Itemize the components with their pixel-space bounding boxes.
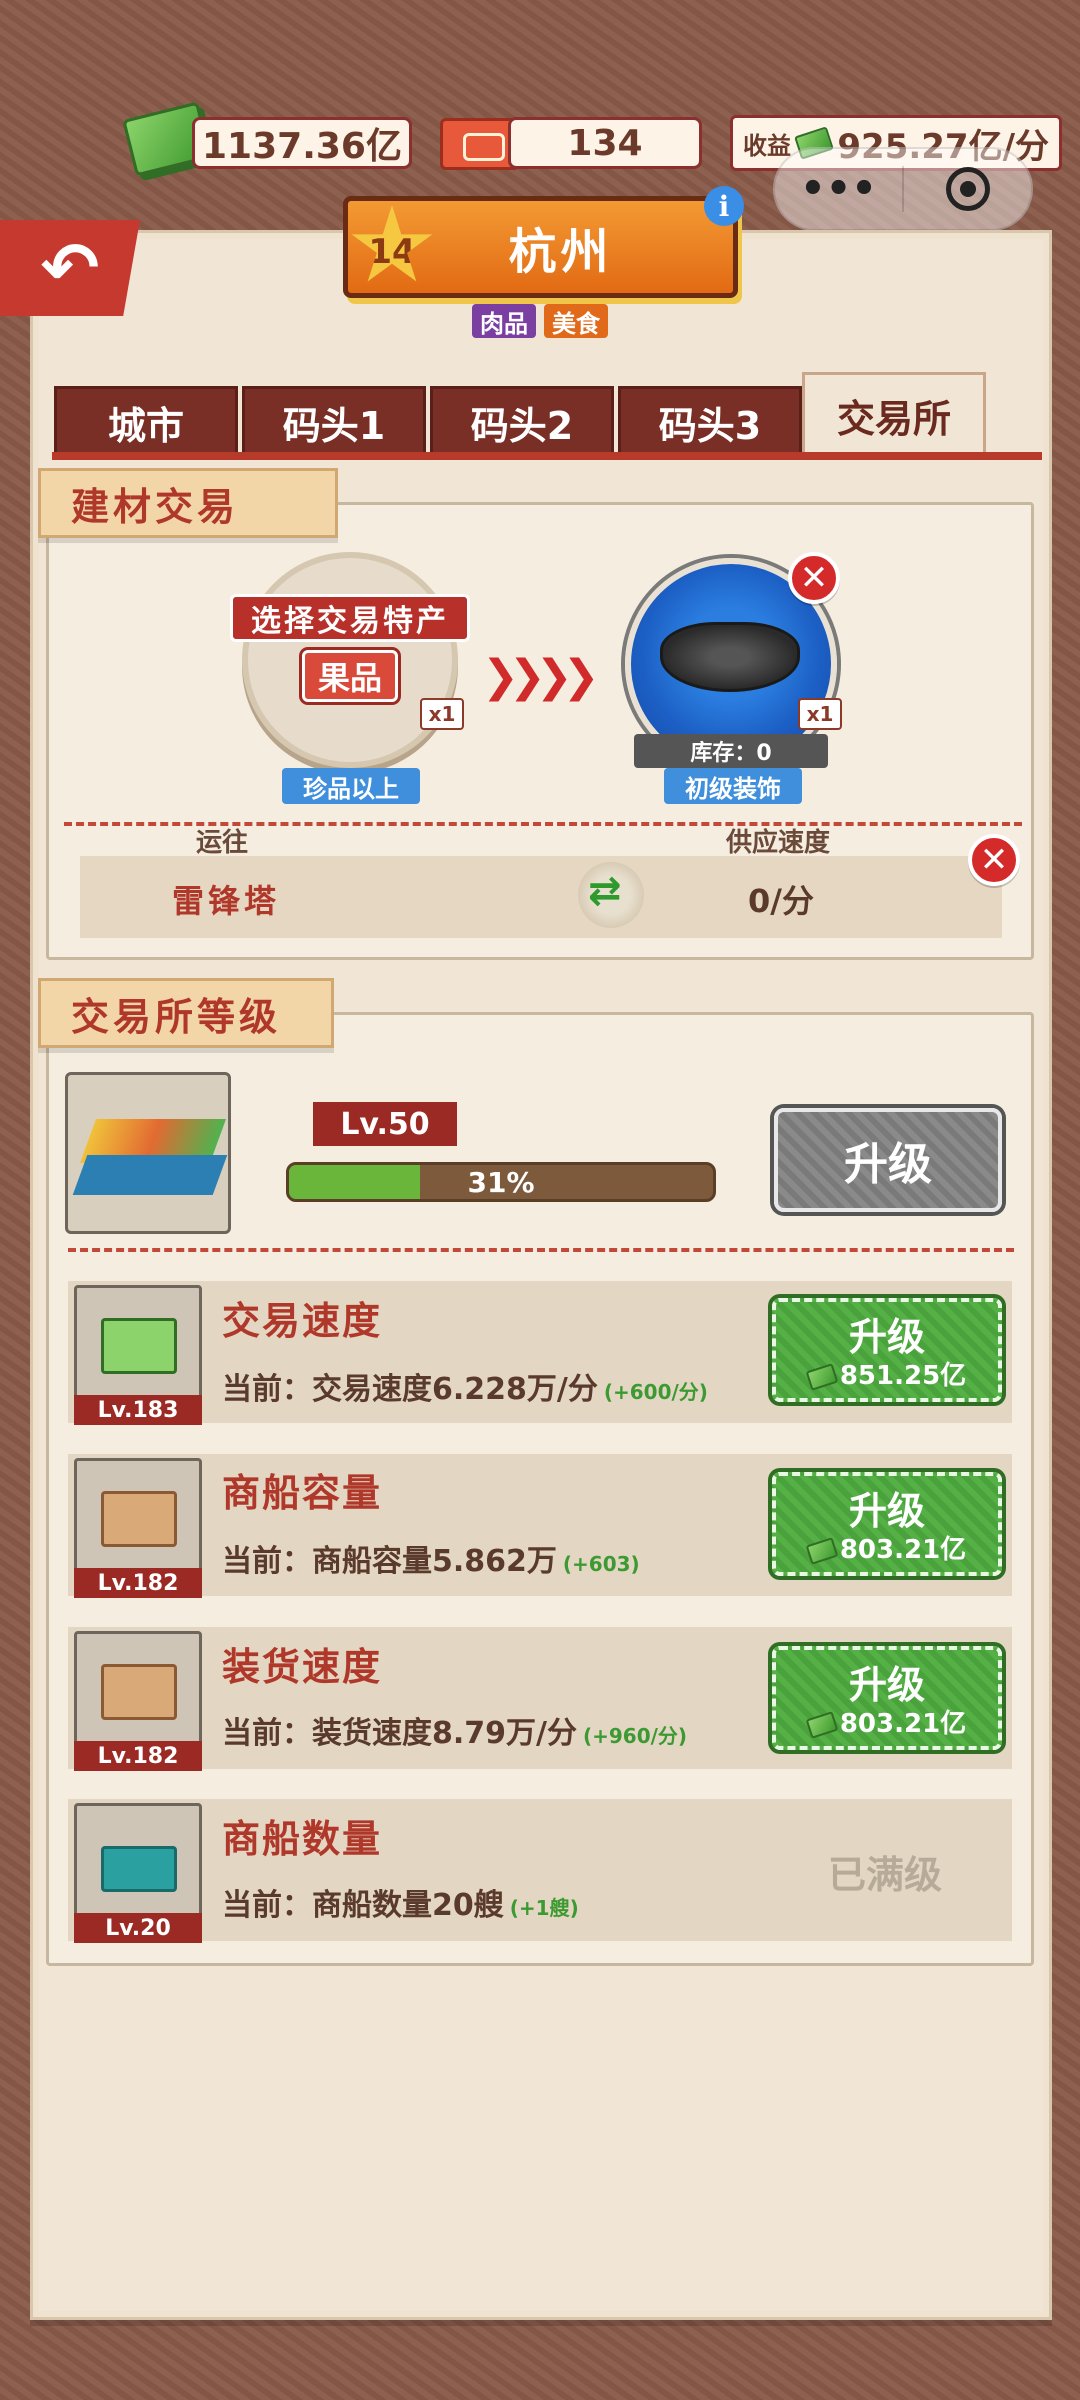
cash-icon bbox=[805, 1710, 839, 1739]
exchange-progress-text: 31% bbox=[467, 1165, 535, 1199]
upgrade-trade-speed-button[interactable]: 升级 851.25亿 bbox=[772, 1298, 1002, 1402]
upgrade-level: Lv.182 bbox=[74, 1568, 202, 1598]
target-item-name: 初级装饰 bbox=[664, 768, 802, 804]
arrow-right-icon: ❯❯❯❯ bbox=[482, 650, 599, 702]
upgrade-desc-text: 当前：交易速度6.228万/分 bbox=[222, 1372, 598, 1407]
more-menu-button[interactable]: ••• bbox=[775, 149, 902, 229]
upgrade-cost: 851.25亿 bbox=[776, 1355, 998, 1392]
tab-dock1[interactable]: 码头1 bbox=[242, 386, 426, 456]
upgrade-desc: 当前：装货速度8.79万/分 (+960/分) bbox=[222, 1708, 687, 1752]
upgrade-title: 商船数量 bbox=[222, 1817, 383, 1861]
city-tag-food: 美食 bbox=[544, 304, 608, 338]
destination-name[interactable]: 雷锋塔 bbox=[172, 876, 280, 922]
exchange-section-title: 交易所等级 bbox=[38, 978, 334, 1048]
upgrade-title: 商船容量 bbox=[222, 1471, 383, 1515]
tab-underline bbox=[52, 452, 1042, 460]
cash-icon bbox=[805, 1536, 839, 1565]
upgrade-desc: 当前：商船数量20艘 (+1艘) bbox=[222, 1880, 579, 1924]
decoration-item-icon bbox=[660, 622, 800, 692]
upgrade-title: 装货速度 bbox=[222, 1645, 383, 1689]
trade-speed-icon: Lv.183 bbox=[74, 1285, 202, 1425]
city-tag-meat: 肉品 bbox=[472, 304, 536, 338]
upgrade-button-label: 升级 bbox=[848, 1489, 925, 1533]
upgrade-increment: (+960/分) bbox=[582, 1724, 688, 1748]
exchange-level: Lv.50 bbox=[313, 1102, 457, 1146]
upgrade-cost-value: 851.25亿 bbox=[839, 1361, 967, 1391]
info-button[interactable]: i bbox=[704, 186, 744, 226]
source-quantity: x1 bbox=[420, 698, 464, 730]
cash-icon bbox=[805, 1362, 839, 1391]
remove-target-button[interactable]: ✕ bbox=[788, 552, 840, 604]
tab-exchange[interactable]: 交易所 bbox=[802, 372, 986, 456]
upgrade-increment: (+1艘) bbox=[509, 1896, 579, 1920]
ship-icon bbox=[101, 1846, 177, 1892]
exchange-building-image bbox=[65, 1072, 231, 1234]
upgrade-cost-value: 803.21亿 bbox=[839, 1535, 967, 1565]
back-arrow-icon: ↶ bbox=[40, 227, 100, 309]
upgrade-button-label: 升级 bbox=[848, 1315, 925, 1359]
upgrade-level: Lv.182 bbox=[74, 1741, 202, 1771]
ticket-display[interactable]: 134 bbox=[508, 117, 702, 169]
crate-arrow-icon bbox=[101, 1664, 177, 1720]
upgrade-desc: 当前：交易速度6.228万/分 (+600/分) bbox=[222, 1364, 708, 1408]
cash-icon bbox=[101, 1318, 177, 1374]
close-miniprogram-button[interactable] bbox=[904, 149, 1031, 229]
upgrade-level: Lv.183 bbox=[74, 1395, 202, 1425]
upgrade-increment: (+603) bbox=[562, 1552, 640, 1576]
trade-section-title: 建材交易 bbox=[38, 468, 338, 538]
selected-specialty[interactable]: 果品 bbox=[302, 650, 398, 702]
cash-display[interactable]: 1137.36亿 bbox=[192, 117, 412, 169]
swap-icon[interactable] bbox=[578, 862, 644, 928]
tab-city[interactable]: 城市 bbox=[54, 386, 238, 456]
divider bbox=[68, 1248, 1014, 1252]
upgrade-title: 交易速度 bbox=[222, 1299, 383, 1343]
crate-icon bbox=[101, 1491, 177, 1547]
upgrade-button-label: 升级 bbox=[848, 1663, 925, 1707]
ship-capacity-icon: Lv.182 bbox=[74, 1458, 202, 1598]
max-level-label: 已满级 bbox=[828, 1853, 943, 1897]
select-specialty-label: 选择交易特产 bbox=[230, 594, 470, 642]
upgrade-desc-text: 当前：商船数量20艘 bbox=[222, 1888, 504, 1923]
upgrade-desc: 当前：商船容量5.862万 (+603) bbox=[222, 1536, 640, 1580]
source-quality: 珍品以上 bbox=[282, 768, 420, 804]
upgrade-desc-text: 当前：商船容量5.862万 bbox=[222, 1544, 557, 1579]
target-icon bbox=[945, 167, 990, 211]
miniprogram-capsule: ••• bbox=[773, 147, 1033, 231]
supply-speed-header: 供应速度 bbox=[726, 828, 831, 858]
back-button[interactable]: ↶ bbox=[0, 220, 140, 316]
remove-route-button[interactable]: ✕ bbox=[968, 834, 1020, 886]
loading-speed-icon: Lv.182 bbox=[74, 1631, 202, 1771]
upgrade-ship-capacity-button[interactable]: 升级 803.21亿 bbox=[772, 1472, 1002, 1576]
upgrade-desc-text: 当前：装货速度8.79万/分 bbox=[222, 1716, 577, 1751]
upgrade-cost-value: 803.21亿 bbox=[839, 1709, 967, 1739]
ticket-value: 134 bbox=[567, 122, 643, 164]
target-quantity: x1 bbox=[798, 698, 842, 730]
exchange-upgrade-button[interactable]: 升级 bbox=[774, 1108, 1002, 1212]
upgrade-cost: 803.21亿 bbox=[776, 1703, 998, 1740]
tab-dock3[interactable]: 码头3 bbox=[618, 386, 802, 456]
city-name: 杭州 bbox=[508, 224, 613, 280]
upgrade-increment: (+600/分) bbox=[603, 1380, 708, 1404]
water-icon bbox=[72, 1155, 228, 1195]
upgrade-cost: 803.21亿 bbox=[776, 1529, 998, 1566]
supply-speed-value: 0/分 bbox=[748, 882, 814, 920]
cash-value: 1137.36亿 bbox=[202, 126, 402, 167]
ship-count-icon: Lv.20 bbox=[74, 1803, 202, 1943]
upgrade-loading-speed-button[interactable]: 升级 803.21亿 bbox=[772, 1646, 1002, 1750]
upgrade-level: Lv.20 bbox=[74, 1913, 202, 1943]
exchange-progress-bar: 31% bbox=[286, 1162, 716, 1202]
destination-header: 运往 bbox=[196, 828, 249, 858]
target-stock: 库存：0 bbox=[634, 734, 828, 768]
tab-dock2[interactable]: 码头2 bbox=[430, 386, 614, 456]
